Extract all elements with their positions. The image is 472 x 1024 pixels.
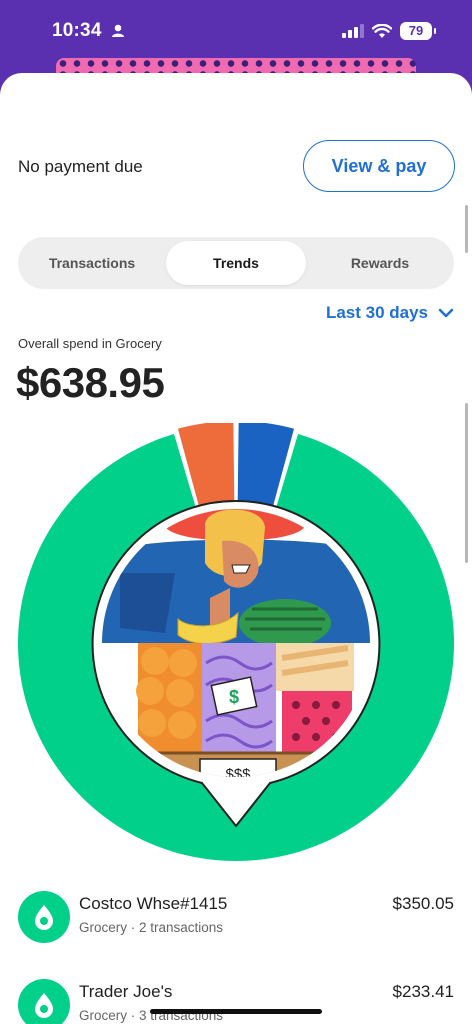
- date-range-label: Last 30 days: [325, 303, 428, 322]
- tab-rewards[interactable]: Rewards: [310, 241, 450, 285]
- payment-status: No payment due: [18, 157, 143, 176]
- tab-transactions[interactable]: Transactions: [22, 241, 162, 285]
- merchant-meta: Grocery · 2 transactions: [79, 920, 224, 935]
- status-bar: 10:34 79: [0, 0, 472, 66]
- date-range-selector[interactable]: Last 30 days: [326, 303, 454, 323]
- person-icon: [112, 24, 124, 37]
- scrollbar-top[interactable]: [465, 205, 468, 253]
- avocado-icon: [18, 979, 70, 1024]
- status-time: 10:34: [52, 20, 102, 41]
- wifi-icon: [372, 23, 392, 38]
- svg-text:$: $: [229, 687, 239, 707]
- tab-bar: Transactions Trends Rewards: [18, 237, 454, 289]
- tab-trends[interactable]: Trends: [166, 241, 306, 285]
- merchant-name: Trader Joe's: [79, 982, 173, 1001]
- bottom-sheet[interactable]: No payment due View & pay Transactions T…: [0, 73, 472, 1024]
- spending-donut-chart[interactable]: $ $$$: [0, 423, 472, 863]
- merchant-amount: $233.41: [392, 982, 454, 1001]
- spend-amount: $638.95: [16, 359, 165, 406]
- merchant-amount: $350.05: [392, 894, 454, 913]
- spend-label: Overall spend in Grocery: [18, 336, 162, 351]
- view-and-pay-button[interactable]: View & pay: [303, 140, 455, 192]
- avocado-icon: [18, 891, 70, 943]
- cellular-signal-icon: [342, 24, 364, 38]
- battery-indicator: 79: [400, 22, 436, 40]
- home-indicator[interactable]: [150, 1009, 322, 1014]
- merchant-row-trader-joes[interactable]: Trader Joe's Grocery · 3 transactions $2…: [0, 979, 472, 1024]
- chevron-down-icon: [438, 308, 454, 318]
- merchant-row-costco[interactable]: Costco Whse#1415 Grocery · 2 transaction…: [0, 891, 472, 955]
- merchant-name: Costco Whse#1415: [79, 894, 228, 913]
